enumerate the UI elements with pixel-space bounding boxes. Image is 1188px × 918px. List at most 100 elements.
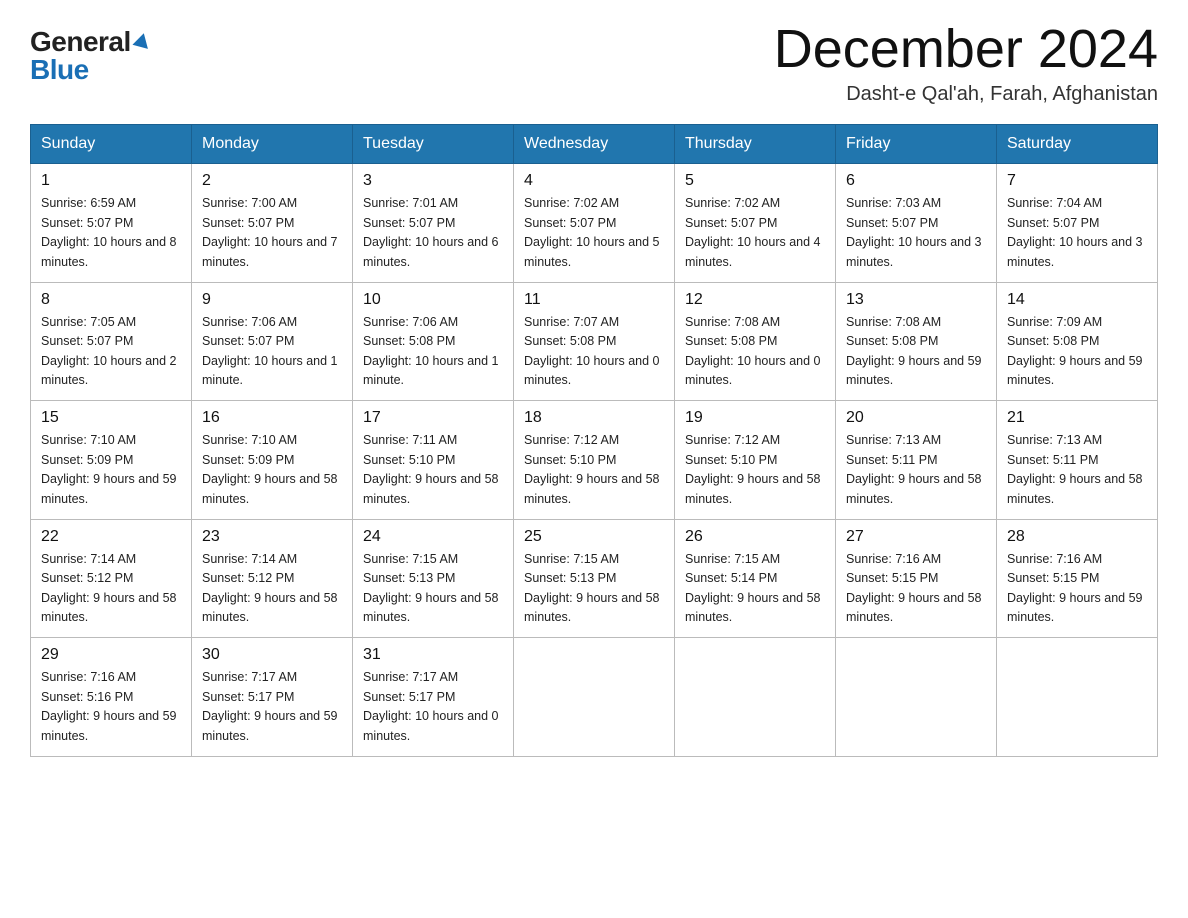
day-info: Sunrise: 7:02 AMSunset: 5:07 PMDaylight:… <box>524 194 664 272</box>
calendar-week-row: 8 Sunrise: 7:05 AMSunset: 5:07 PMDaylight… <box>31 282 1158 401</box>
day-info: Sunrise: 7:07 AMSunset: 5:08 PMDaylight:… <box>524 313 664 391</box>
day-info: Sunrise: 7:05 AMSunset: 5:07 PMDaylight:… <box>41 313 181 391</box>
day-number: 26 <box>685 528 825 546</box>
calendar-cell <box>997 638 1158 757</box>
day-number: 24 <box>363 528 503 546</box>
calendar-cell: 5 Sunrise: 7:02 AMSunset: 5:07 PMDaylight… <box>675 164 836 283</box>
day-info: Sunrise: 7:15 AMSunset: 5:14 PMDaylight:… <box>685 550 825 628</box>
day-number: 15 <box>41 409 181 427</box>
day-number: 14 <box>1007 291 1147 309</box>
calendar-cell: 10 Sunrise: 7:06 AMSunset: 5:08 PMDayligh… <box>353 282 514 401</box>
calendar-cell: 17Sunrise: 7:11 AMSunset: 5:10 PMDayligh… <box>353 401 514 520</box>
day-info: Sunrise: 7:14 AMSunset: 5:12 PMDaylight:… <box>202 550 342 628</box>
day-number: 31 <box>363 646 503 664</box>
day-info: Sunrise: 7:06 AMSunset: 5:08 PMDaylight:… <box>363 313 503 391</box>
calendar-cell: 30 Sunrise: 7:17 AMSunset: 5:17 PMDayligh… <box>192 638 353 757</box>
day-number: 27 <box>846 528 986 546</box>
calendar-cell <box>836 638 997 757</box>
weekday-header-row: SundayMondayTuesdayWednesdayThursdayFrid… <box>31 125 1158 164</box>
calendar-week-row: 1 Sunrise: 6:59 AMSunset: 5:07 PMDaylight… <box>31 164 1158 283</box>
day-info: Sunrise: 7:14 AMSunset: 5:12 PMDaylight:… <box>41 550 181 628</box>
calendar-cell: 1 Sunrise: 6:59 AMSunset: 5:07 PMDaylight… <box>31 164 192 283</box>
calendar-cell: 19Sunrise: 7:12 AMSunset: 5:10 PMDayligh… <box>675 401 836 520</box>
day-number: 2 <box>202 172 342 190</box>
day-number: 4 <box>524 172 664 190</box>
day-number: 30 <box>202 646 342 664</box>
day-info: Sunrise: 7:13 AMSunset: 5:11 PMDaylight:… <box>846 431 986 509</box>
day-info: Sunrise: 7:17 AMSunset: 5:17 PMDaylight:… <box>202 668 342 746</box>
calendar-cell: 18 Sunrise: 7:12 AMSunset: 5:10 PMDayligh… <box>514 401 675 520</box>
logo-general-text: General <box>30 28 131 56</box>
day-number: 20 <box>846 409 986 427</box>
day-info: Sunrise: 7:00 AMSunset: 5:07 PMDaylight:… <box>202 194 342 272</box>
logo-blue-text: Blue <box>30 56 89 84</box>
calendar-cell: 14Sunrise: 7:09 AMSunset: 5:08 PMDayligh… <box>997 282 1158 401</box>
day-number: 1 <box>41 172 181 190</box>
day-info: Sunrise: 7:11 AMSunset: 5:10 PMDaylight:… <box>363 431 503 509</box>
day-number: 7 <box>1007 172 1147 190</box>
calendar-cell: 11 Sunrise: 7:07 AMSunset: 5:08 PMDayligh… <box>514 282 675 401</box>
calendar-cell: 23 Sunrise: 7:14 AMSunset: 5:12 PMDayligh… <box>192 519 353 638</box>
day-info: Sunrise: 7:12 AMSunset: 5:10 PMDaylight:… <box>524 431 664 509</box>
day-info: Sunrise: 7:13 AMSunset: 5:11 PMDaylight:… <box>1007 431 1147 509</box>
calendar-cell: 7 Sunrise: 7:04 AMSunset: 5:07 PMDaylight… <box>997 164 1158 283</box>
day-number: 13 <box>846 291 986 309</box>
calendar-cell <box>675 638 836 757</box>
day-number: 21 <box>1007 409 1147 427</box>
day-number: 5 <box>685 172 825 190</box>
calendar-week-row: 29Sunrise: 7:16 AMSunset: 5:16 PMDayligh… <box>31 638 1158 757</box>
day-info: Sunrise: 7:06 AMSunset: 5:07 PMDaylight:… <box>202 313 342 391</box>
day-number: 9 <box>202 291 342 309</box>
page-header: General Blue December 2024 Dasht-e Qal'a… <box>30 20 1158 106</box>
title-area: December 2024 Dasht-e Qal'ah, Farah, Afg… <box>774 20 1158 106</box>
day-info: Sunrise: 7:02 AMSunset: 5:07 PMDaylight:… <box>685 194 825 272</box>
calendar-cell: 8 Sunrise: 7:05 AMSunset: 5:07 PMDaylight… <box>31 282 192 401</box>
weekday-header-friday: Friday <box>836 125 997 164</box>
day-number: 18 <box>524 409 664 427</box>
day-number: 6 <box>846 172 986 190</box>
calendar-cell: 28Sunrise: 7:16 AMSunset: 5:15 PMDayligh… <box>997 519 1158 638</box>
day-number: 8 <box>41 291 181 309</box>
day-number: 29 <box>41 646 181 664</box>
weekday-header-tuesday: Tuesday <box>353 125 514 164</box>
calendar-cell <box>514 638 675 757</box>
day-number: 12 <box>685 291 825 309</box>
day-info: Sunrise: 6:59 AMSunset: 5:07 PMDaylight:… <box>41 194 181 272</box>
day-info: Sunrise: 7:15 AMSunset: 5:13 PMDaylight:… <box>363 550 503 628</box>
day-info: Sunrise: 7:16 AMSunset: 5:15 PMDaylight:… <box>846 550 986 628</box>
calendar-cell: 13Sunrise: 7:08 AMSunset: 5:08 PMDayligh… <box>836 282 997 401</box>
calendar-cell: 27 Sunrise: 7:16 AMSunset: 5:15 PMDayligh… <box>836 519 997 638</box>
day-info: Sunrise: 7:10 AMSunset: 5:09 PMDaylight:… <box>41 431 181 509</box>
day-info: Sunrise: 7:01 AMSunset: 5:07 PMDaylight:… <box>363 194 503 272</box>
day-info: Sunrise: 7:16 AMSunset: 5:15 PMDaylight:… <box>1007 550 1147 628</box>
day-info: Sunrise: 7:03 AMSunset: 5:07 PMDaylight:… <box>846 194 986 272</box>
calendar-cell: 15 Sunrise: 7:10 AMSunset: 5:09 PMDayligh… <box>31 401 192 520</box>
day-number: 25 <box>524 528 664 546</box>
day-number: 23 <box>202 528 342 546</box>
calendar-cell: 22Sunrise: 7:14 AMSunset: 5:12 PMDayligh… <box>31 519 192 638</box>
calendar-week-row: 15 Sunrise: 7:10 AMSunset: 5:09 PMDayligh… <box>31 401 1158 520</box>
weekday-header-wednesday: Wednesday <box>514 125 675 164</box>
logo: General Blue <box>30 28 150 84</box>
month-title: December 2024 <box>774 20 1158 79</box>
weekday-header-sunday: Sunday <box>31 125 192 164</box>
day-info: Sunrise: 7:08 AMSunset: 5:08 PMDaylight:… <box>685 313 825 391</box>
calendar-cell: 4 Sunrise: 7:02 AMSunset: 5:07 PMDaylight… <box>514 164 675 283</box>
day-info: Sunrise: 7:12 AMSunset: 5:10 PMDaylight:… <box>685 431 825 509</box>
calendar-cell: 9 Sunrise: 7:06 AMSunset: 5:07 PMDaylight… <box>192 282 353 401</box>
day-number: 11 <box>524 291 664 309</box>
calendar-cell: 29Sunrise: 7:16 AMSunset: 5:16 PMDayligh… <box>31 638 192 757</box>
calendar-cell: 26 Sunrise: 7:15 AMSunset: 5:14 PMDayligh… <box>675 519 836 638</box>
calendar-cell: 24 Sunrise: 7:15 AMSunset: 5:13 PMDayligh… <box>353 519 514 638</box>
weekday-header-monday: Monday <box>192 125 353 164</box>
calendar-cell: 20 Sunrise: 7:13 AMSunset: 5:11 PMDayligh… <box>836 401 997 520</box>
day-info: Sunrise: 7:04 AMSunset: 5:07 PMDaylight:… <box>1007 194 1147 272</box>
calendar-cell: 2 Sunrise: 7:00 AMSunset: 5:07 PMDaylight… <box>192 164 353 283</box>
day-info: Sunrise: 7:17 AMSunset: 5:17 PMDaylight:… <box>363 668 503 746</box>
day-number: 10 <box>363 291 503 309</box>
calendar-cell: 6 Sunrise: 7:03 AMSunset: 5:07 PMDaylight… <box>836 164 997 283</box>
day-info: Sunrise: 7:15 AMSunset: 5:13 PMDaylight:… <box>524 550 664 628</box>
weekday-header-saturday: Saturday <box>997 125 1158 164</box>
day-number: 16 <box>202 409 342 427</box>
day-number: 3 <box>363 172 503 190</box>
